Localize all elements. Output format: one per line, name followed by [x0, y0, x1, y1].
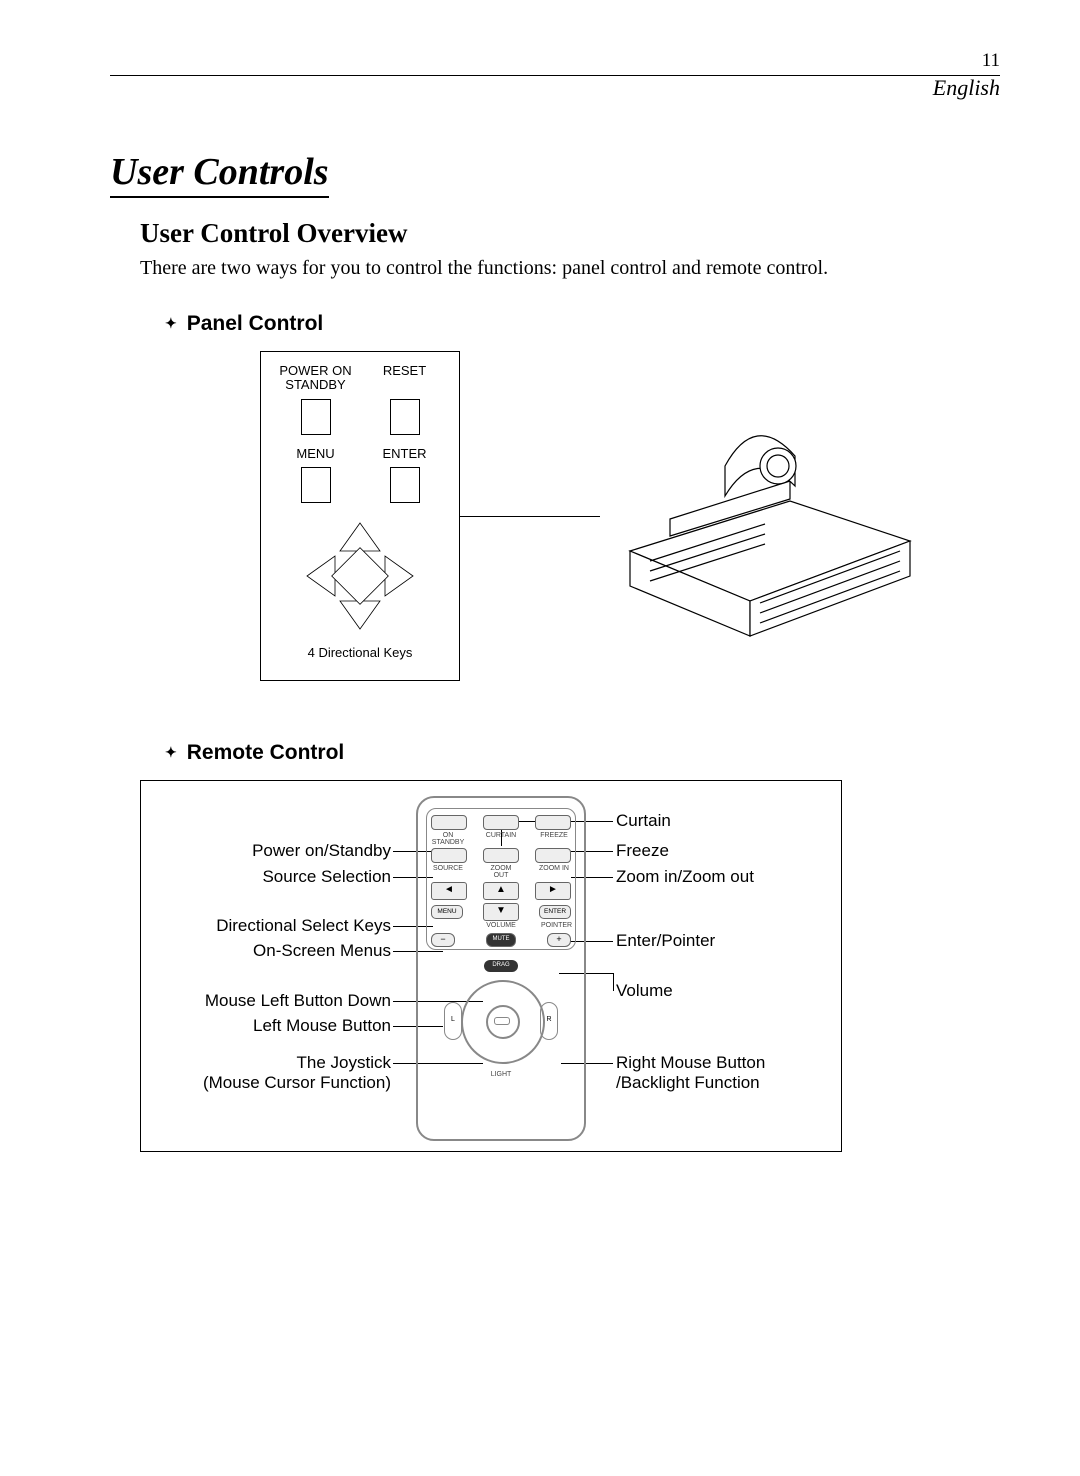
page-title: User Controls	[110, 150, 329, 198]
remote-lbl-blank1	[431, 922, 461, 929]
remote-btn-zoomin[interactable]	[535, 848, 571, 863]
callout-rmb-sub: /Backlight Function	[616, 1073, 760, 1093]
callout-joystick-sub: (Mouse Cursor Function)	[161, 1073, 391, 1093]
remote-btn-drag[interactable]: DRAG	[484, 960, 518, 972]
page-subtitle: User Control Overview	[140, 218, 1000, 249]
remote-lbl-volume: VOLUME	[476, 922, 526, 929]
projector-illustration	[610, 411, 930, 651]
panel-box: POWER ON STANDBY RESET MENU ENTER	[260, 351, 460, 681]
remote-lbl-zoomout: ZOOM OUT	[484, 865, 518, 879]
remote-btn-freeze[interactable]	[535, 815, 571, 830]
page-number: 11	[982, 50, 1000, 72]
callout-rmb: Right Mouse Button	[616, 1053, 765, 1073]
callout-mlbd: Mouse Left Button Down	[161, 991, 391, 1011]
callout-zoom: Zoom in/Zoom out	[616, 867, 754, 887]
remote-lbl-freeze: FREEZE	[537, 832, 571, 846]
panel-dpad-caption: 4 Directional Keys	[271, 645, 449, 660]
remote-lbl-source: SOURCE	[431, 865, 465, 879]
remote-lbl-on-standby: ON STANDBY	[431, 832, 465, 846]
remote-btn-zoomout[interactable]	[483, 848, 519, 863]
remote-btn-right[interactable]: ►	[535, 882, 571, 900]
callout-joystick: The Joystick	[161, 1053, 391, 1073]
remote-btn-mouse-right[interactable]: R	[540, 1002, 558, 1040]
remote-btn-left[interactable]: ◄	[431, 882, 467, 900]
callout-osm: On-Screen Menus	[161, 941, 391, 961]
panel-label-menu: MENU	[276, 447, 356, 461]
panel-label-reset: RESET	[365, 364, 445, 393]
language-label: English	[933, 75, 1000, 101]
panel-control-heading: Panel Control	[165, 312, 1000, 336]
panel-button-enter[interactable]	[390, 467, 420, 503]
remote-upper-panel: ON STANDBY CURTAIN FREEZE SOURCE ZOOM OU…	[426, 808, 576, 950]
panel-button-reset[interactable]	[390, 399, 420, 435]
callout-enter: Enter/Pointer	[616, 931, 715, 951]
remote-joystick-area: L R LIGHT	[446, 978, 556, 1078]
remote-btn-down[interactable]: ▼	[483, 903, 519, 921]
dpad-icon	[305, 521, 415, 631]
remote-body: ON STANDBY CURTAIN FREEZE SOURCE ZOOM OU…	[416, 796, 586, 1141]
remote-lbl-light: LIGHT	[446, 1071, 556, 1078]
callout-freeze: Freeze	[616, 841, 669, 861]
remote-btn-up[interactable]: ▲	[483, 882, 519, 900]
callout-curtain: Curtain	[616, 811, 671, 831]
panel-button-power[interactable]	[301, 399, 331, 435]
remote-btn-curtain[interactable]	[483, 815, 519, 830]
remote-lbl-zoomin: ZOOM IN	[537, 865, 571, 879]
callout-power: Power on/Standby	[161, 841, 391, 861]
panel-button-menu[interactable]	[301, 467, 331, 503]
remote-btn-vol-up[interactable]: +	[547, 933, 571, 947]
remote-control-figure: Power on/Standby Source Selection Direct…	[140, 780, 842, 1152]
panel-label-enter: ENTER	[365, 447, 445, 461]
remote-btn-mouse-left[interactable]: L	[444, 1002, 462, 1040]
intro-text: There are two ways for you to control th…	[140, 254, 1000, 282]
panel-connector-line	[460, 516, 600, 517]
remote-btn-menu[interactable]: MENU	[431, 905, 463, 919]
panel-control-figure: POWER ON STANDBY RESET MENU ENTER	[260, 351, 1000, 721]
remote-lbl-curtain: CURTAIN	[484, 832, 518, 846]
remote-btn-enter[interactable]: ENTER	[539, 905, 571, 919]
leader-line	[613, 973, 614, 991]
remote-control-heading: Remote Control	[165, 741, 1000, 765]
callout-lmb: Left Mouse Button	[161, 1016, 391, 1036]
panel-dpad[interactable]	[305, 521, 415, 631]
remote-btn-on-standby[interactable]	[431, 815, 467, 830]
remote-btn-source[interactable]	[431, 848, 467, 863]
remote-btn-mute[interactable]: MUTE	[486, 933, 516, 947]
callout-source: Source Selection	[161, 867, 391, 887]
remote-btn-vol-down[interactable]: −	[431, 933, 455, 947]
remote-lbl-pointer: POINTER	[541, 922, 571, 929]
page: 11 English User Controls User Control Ov…	[0, 0, 1080, 1202]
page-header: 11 English	[110, 50, 1000, 110]
callout-directional: Directional Select Keys	[161, 916, 391, 936]
remote-joystick-nub	[494, 1017, 510, 1025]
panel-label-power: POWER ON STANDBY	[276, 364, 356, 393]
callout-volume: Volume	[616, 981, 673, 1001]
